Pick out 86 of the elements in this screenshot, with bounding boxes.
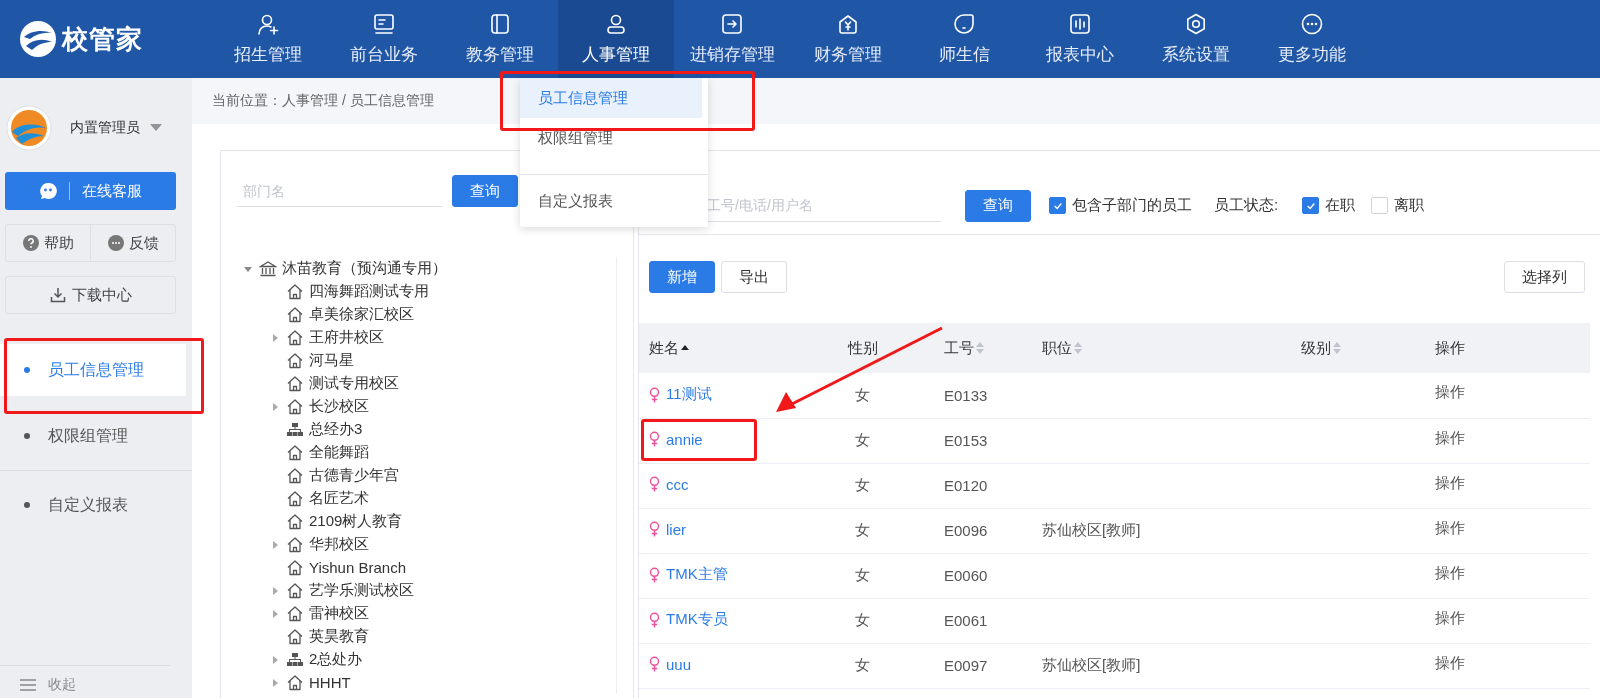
column-header[interactable]: 性别 [848,338,878,358]
table-cell: 女 [855,476,870,493]
menu-item[interactable]: 权限组管理 [520,118,708,158]
online-service-button[interactable]: 在线客服 [5,172,176,210]
sidebar-item[interactable]: 自定义报表 [0,479,192,531]
table-cell: 女 [855,521,870,538]
tree-item[interactable]: 华邦校区 [237,533,616,556]
column-header[interactable]: 姓名 [649,338,689,358]
table-cell: 女 [855,431,870,448]
action-link[interactable]: 操作 [1435,653,1465,671]
column-header[interactable]: 级别 [1301,338,1341,358]
table-cell: E0097 [944,657,988,674]
checkbox-label: 离职 [1394,196,1425,215]
nav-tab[interactable]: 报表中心 [1022,0,1138,78]
column-header[interactable]: 职位 [1042,338,1082,358]
action-link[interactable]: 操作 [1435,608,1465,626]
staff-name-link[interactable]: annie [666,430,703,448]
user-name[interactable]: 内置管理员 [70,119,140,137]
staff-name-link[interactable]: TMK主管 [666,565,728,585]
table-cell: E0060 [944,567,988,584]
column-header[interactable]: 操作 [1435,338,1465,358]
nav-tab[interactable]: 进销存管理 [674,0,790,78]
search-button[interactable]: 查询 [452,175,518,207]
tree-item[interactable]: 名匠艺术 [237,487,616,510]
tree-item[interactable]: 长沙校区 [237,395,616,418]
add-button[interactable]: 新增 [649,261,715,293]
tree-item[interactable]: 总经办3 [237,418,616,441]
table-cell: E0061 [944,612,988,629]
nav-tab[interactable]: 前台业务 [326,0,442,78]
nav-tab[interactable]: 更多功能 [1254,0,1370,78]
table-cell: E0133 [944,386,988,404]
feedback-button[interactable]: 反馈 [90,225,175,261]
nav-tab[interactable]: 人事管理 [558,0,674,78]
nav-tab[interactable]: 教务管理 [442,0,558,78]
status-label: 员工状态: [1214,196,1279,215]
search-button[interactable]: 查询 [965,189,1031,222]
table-cell: 女 [855,385,870,403]
select-columns-button[interactable]: 选择列 [1504,261,1585,293]
tree-item[interactable]: 沐苗教育（预沟通专用） [237,257,616,280]
table-cell: E0153 [944,432,988,449]
tree-item[interactable]: 古德青少年宫 [237,464,616,487]
tree-item[interactable]: 艺学乐测试校区 [237,579,616,602]
nav-tab[interactable]: 招生管理 [210,0,326,78]
menu-item[interactable]: 员工信息管理 [520,78,702,118]
checkbox-label: 包含子部门的员工 [1072,196,1192,215]
tree-item[interactable]: 英昊教育 [237,625,616,648]
tree-item[interactable]: Yishun Branch [237,556,616,579]
tree-item[interactable]: 2总处办 [237,648,616,671]
brand-name: 校管家 [62,22,143,56]
tree-item[interactable]: 雷神校区 [237,602,616,625]
action-link[interactable]: 操作 [1435,563,1465,581]
sidebar-item[interactable]: 权限组管理 [0,410,192,462]
tree-item[interactable]: 四海舞蹈测试专用 [237,280,616,303]
action-link[interactable]: 操作 [1435,518,1465,536]
action-link[interactable]: 操作 [1435,383,1465,400]
tree-item[interactable]: 2109树人教育 [237,510,616,533]
tree-item[interactable]: 测试专用校区 [237,372,616,395]
nav-tab[interactable]: 师生信 [906,0,1022,78]
table-cell: 女 [855,656,870,673]
export-button[interactable]: 导出 [721,261,787,293]
nav-tab[interactable]: 财务管理 [790,0,906,78]
tree-item[interactable]: 王府井校区 [237,326,616,349]
table-cell: 苏仙校区[教师] [1042,656,1141,673]
help-button[interactable]: 帮助 [6,225,90,261]
table-cell: 苏仙校区[教师] [1042,521,1141,538]
staff-name-link[interactable]: lier [666,520,686,538]
column-header[interactable]: 工号 [944,338,984,358]
tree-item[interactable]: HHHT [237,671,616,694]
staff-name-link[interactable]: 11测试 [666,385,712,404]
table-cell: E0120 [944,477,988,494]
breadcrumb: 当前位置：人事管理 / 员工信息管理 [212,92,434,110]
staff-name-link[interactable]: ccc [666,475,689,493]
action-link[interactable]: 操作 [1435,473,1465,491]
tree-item[interactable]: 河马星 [237,349,616,372]
table-cell: E0096 [944,522,988,539]
checkbox-label: 在职 [1325,196,1356,215]
nav-tab[interactable]: 系统设置 [1138,0,1254,78]
download-center-button[interactable]: 下载中心 [5,276,176,314]
staff-name-link[interactable]: uuu [666,655,692,673]
tree-item[interactable]: 全能舞蹈 [237,441,616,464]
table-cell: 女 [855,611,870,628]
action-link[interactable]: 操作 [1435,428,1465,446]
table-cell: 女 [855,566,870,583]
tree-item[interactable]: 卓美徐家汇校区 [237,303,616,326]
sidebar-item[interactable]: 员工信息管理 [0,344,186,396]
staff-name-link[interactable]: TMK专员 [666,610,728,630]
